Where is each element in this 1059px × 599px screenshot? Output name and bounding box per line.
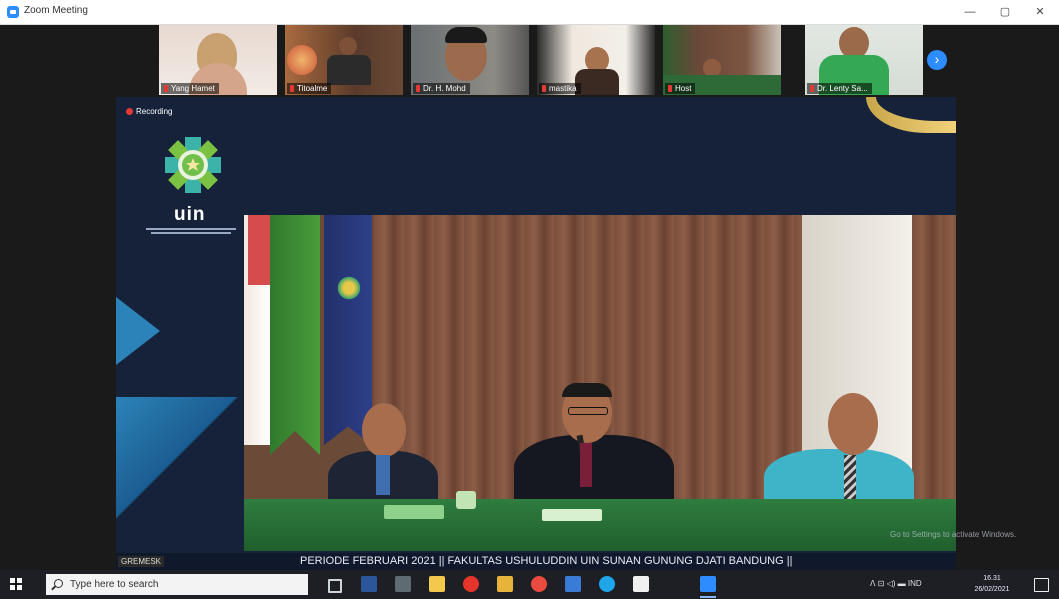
blue-arrow-decoration (116, 297, 160, 365)
windows-start-icon[interactable] (10, 578, 22, 590)
person-center-hair (562, 383, 612, 397)
chrome-icon[interactable] (531, 576, 547, 592)
participant-name: Dr. Lenty Sa... (807, 83, 872, 94)
participant-video (287, 45, 317, 75)
participant-tile[interactable]: Titoalme (285, 25, 403, 95)
person-center-tie (580, 443, 592, 487)
chevron-right-icon: › (934, 51, 940, 67)
task-view-icon[interactable] (328, 579, 342, 593)
mail-icon[interactable] (565, 576, 581, 592)
camera-feed (244, 215, 956, 551)
close-button[interactable]: ✕ (1025, 2, 1055, 22)
clock-date: 26/02/2021 (974, 586, 1010, 593)
recording-label: Recording (136, 107, 173, 116)
blue-diagonal-decoration (116, 397, 246, 567)
participant-tile[interactable]: Dr. Lenty Sa... (805, 25, 923, 95)
document-icon[interactable] (633, 576, 649, 592)
recording-indicator: Recording (126, 107, 172, 116)
participant-tile[interactable]: Dr. H. Mohd (411, 25, 529, 95)
name-plate (542, 509, 602, 521)
participant-name: Host (665, 83, 696, 94)
windows-taskbar: Type here to search ᐱ ⊡ ◁) ▬ IND 16.31 2… (0, 570, 1059, 599)
logo-subtitle-line (151, 232, 231, 234)
window-title: Zoom Meeting (24, 5, 88, 16)
zoom-app-icon (7, 6, 19, 18)
file-explorer-icon[interactable] (497, 576, 513, 592)
notification-icon[interactable] (1034, 578, 1049, 592)
clock-time: 16.31 (983, 575, 1001, 582)
person-left-tie (376, 455, 390, 495)
taskbar-search-box[interactable]: Type here to search (46, 574, 308, 595)
taskbar-clock[interactable]: 16.31 26/02/2021 (974, 573, 1010, 595)
participant-video-head (339, 37, 357, 55)
name-plate (384, 505, 444, 519)
participant-tile[interactable]: Yang Hamet (159, 25, 277, 95)
participant-name: Yang Hamet (161, 83, 219, 94)
search-placeholder: Type here to search (70, 579, 159, 590)
participant-tile[interactable]: Host (663, 25, 781, 95)
green-table (244, 499, 956, 551)
logo-subtitle-line (146, 228, 236, 230)
meeting-stage: Yang Hamet Titoalme Dr. H. Mohd mastika … (0, 25, 1059, 570)
store-icon[interactable] (429, 576, 445, 592)
system-tray[interactable]: ᐱ ⊡ ◁) ▬ IND (870, 579, 922, 588)
next-participants-button[interactable]: › (927, 50, 947, 70)
record-dot-icon (126, 108, 133, 115)
word-icon[interactable] (361, 576, 377, 592)
tissue-box (456, 491, 476, 509)
maximize-button[interactable]: ▢ (990, 2, 1020, 22)
active-app-indicator (700, 596, 716, 598)
university-flag-blue (324, 215, 372, 445)
flag-emblem-icon (336, 275, 362, 301)
app-icon[interactable] (395, 576, 411, 592)
shared-screen: Recording uin (116, 97, 956, 569)
person-left-head (362, 403, 406, 457)
news-ticker: GREMESK PERIODE FEBRUARI 2021 || FAKULTA… (116, 553, 956, 570)
uin-logo-text: uin (174, 204, 206, 225)
gold-swoosh-decoration (866, 97, 956, 133)
search-icon (54, 579, 63, 588)
glasses-icon (568, 407, 608, 415)
signal-label: GREMESK (118, 556, 165, 567)
minimize-button[interactable]: — (955, 2, 985, 22)
opera-icon[interactable] (463, 576, 479, 592)
participant-name: mastika (539, 83, 581, 94)
ticker-text: PERIODE FEBRUARI 2021 || FAKULTAS USHULU… (300, 555, 793, 567)
flag-red (248, 215, 270, 285)
person-right-tie (844, 455, 856, 501)
edge-icon[interactable] (599, 576, 615, 592)
participant-name: Titoalme (287, 83, 332, 94)
participant-video-cap (445, 27, 487, 43)
window-title-bar: Zoom Meeting — ▢ ✕ (0, 0, 1059, 25)
participant-video-body (575, 69, 619, 95)
zoom-taskbar-icon[interactable] (700, 576, 716, 592)
participant-tile[interactable]: mastika (537, 25, 655, 95)
participant-name: Dr. H. Mohd (413, 83, 470, 94)
university-flag-green (270, 215, 320, 455)
participant-video-body (327, 55, 371, 85)
activate-windows-watermark: Go to Settings to activate Windows. (890, 530, 1017, 539)
person-right-head (828, 393, 878, 455)
